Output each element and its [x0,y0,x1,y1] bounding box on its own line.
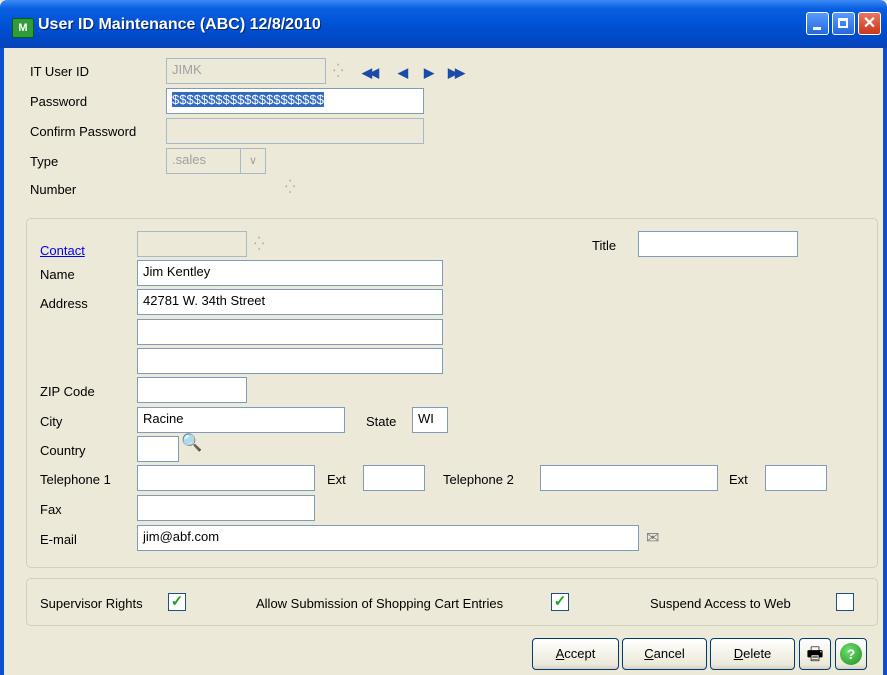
minimize-icon [813,27,821,30]
state-label: State [366,414,397,429]
number-lookup-icon[interactable]: ⁛ [285,180,299,194]
email-field[interactable]: jim@abf.com [137,525,639,551]
app-icon: M [12,18,34,38]
address-label: Address [40,296,88,311]
type-dropdown[interactable]: .sales [166,148,242,174]
number-label: Number [30,182,77,197]
next-record-icon[interactable]: ▶ [424,65,434,81]
ext-1-field[interactable] [363,465,425,491]
close-button[interactable]: ✕ [858,12,881,35]
password-value: $$$$$$$$$$$$$$$$$$$$$ [172,92,324,107]
telephone-2-label: Telephone 2 [443,472,514,487]
user-id-field[interactable]: JIMK [166,58,326,84]
minimize-button[interactable] [806,12,829,35]
user-id-lookup-icon[interactable]: ⁛ [333,64,347,78]
telephone-2-field[interactable] [540,465,718,491]
password-field[interactable]: $$$$$$$$$$$$$$$$$$$$$ [166,88,424,114]
mail-icon[interactable]: ✉ [646,528,659,548]
city-label: City [40,414,63,429]
help-icon: ? [840,643,862,665]
supervisor-rights-label: Supervisor Rights [40,596,143,611]
window-border-right [883,48,887,675]
delete-button[interactable]: Delete [710,638,795,670]
shopping-cart-label: Allow Submission of Shopping Cart Entrie… [256,596,504,611]
confirm-password-label: Confirm Password [30,124,137,139]
name-field[interactable]: Jim Kentley [137,260,443,286]
ext-2-label: Ext [729,472,748,487]
ext-2-field[interactable] [765,465,827,491]
password-label: Password [30,94,88,109]
telephone-1-label: Telephone 1 [40,472,111,487]
title-field[interactable] [638,231,798,257]
suspend-access-label: Suspend Access to Web [650,596,791,611]
close-icon: ✕ [862,15,877,32]
city-field[interactable]: Racine [137,407,345,433]
title-label: Title [592,238,617,253]
telephone-1-field[interactable] [137,465,315,491]
window-title: User ID Maintenance (ABC) 12/8/2010 [38,16,321,33]
cancel-button[interactable]: Cancel [622,638,707,670]
supervisor-rights-checkbox[interactable]: ✓ [168,593,186,611]
address-line-1-field[interactable]: 42781 W. 34th Street [137,289,443,315]
zip-code-field[interactable] [137,377,247,403]
help-button[interactable]: ? [835,638,867,670]
window-border-left [0,48,4,675]
email-label: E-mail [40,532,77,547]
ext-1-label: Ext [327,472,346,487]
fax-label: Fax [40,502,62,517]
zip-code-label: ZIP Code [40,384,95,399]
contact-link[interactable]: Contact [40,243,85,258]
print-button[interactable]: 🖶 [799,638,831,670]
previous-record-icon[interactable]: ◀ [398,65,408,81]
maximize-icon [838,18,848,28]
user-id-label: IT User ID [30,64,89,79]
country-field[interactable] [137,436,179,462]
type-dropdown-arrow-icon[interactable]: ∨ [240,148,266,174]
printer-icon: 🖶 [806,644,824,664]
confirm-password-field[interactable] [166,118,424,144]
contact-field[interactable] [137,231,247,257]
suspend-access-checkbox[interactable] [836,593,854,611]
type-label: Type [30,154,59,169]
address-line-2-field[interactable] [137,319,443,345]
country-label: Country [40,443,86,458]
last-record-icon[interactable]: ▶▶ [448,65,465,81]
accept-button[interactable]: Accept [532,638,619,670]
search-icon[interactable]: 🔍 [181,433,202,453]
name-label: Name [40,267,75,282]
state-field[interactable]: WI [412,407,448,433]
first-record-icon[interactable]: ◀◀ [362,65,379,81]
address-line-3-field[interactable] [137,348,443,374]
shopping-cart-checkbox[interactable]: ✓ [551,593,569,611]
fax-field[interactable] [137,495,315,521]
contact-lookup-icon[interactable]: ⁛ [254,237,268,251]
maximize-button[interactable] [832,12,855,35]
